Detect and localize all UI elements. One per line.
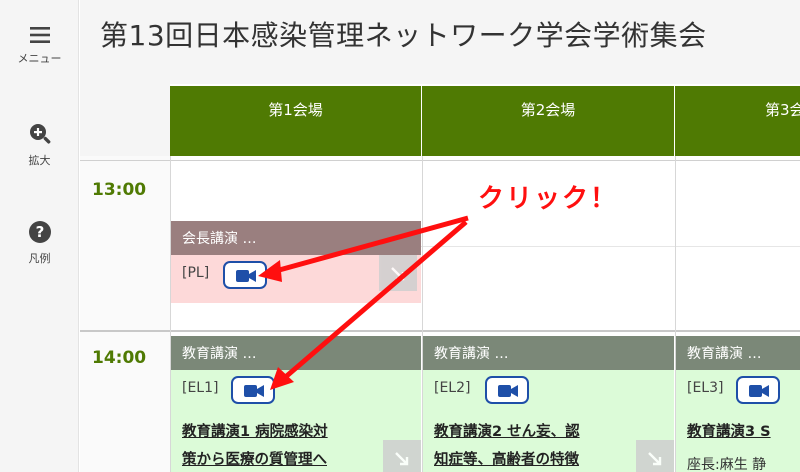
schedule-screen: メニュー 拡大 ? 凡例 第13回日本感染管理ネットワーク学会学術集会 第1会場… (0, 0, 800, 472)
arrow-head (258, 260, 282, 282)
annotation-arrows (258, 215, 469, 390)
click-annotation: クリック！ (478, 184, 619, 214)
